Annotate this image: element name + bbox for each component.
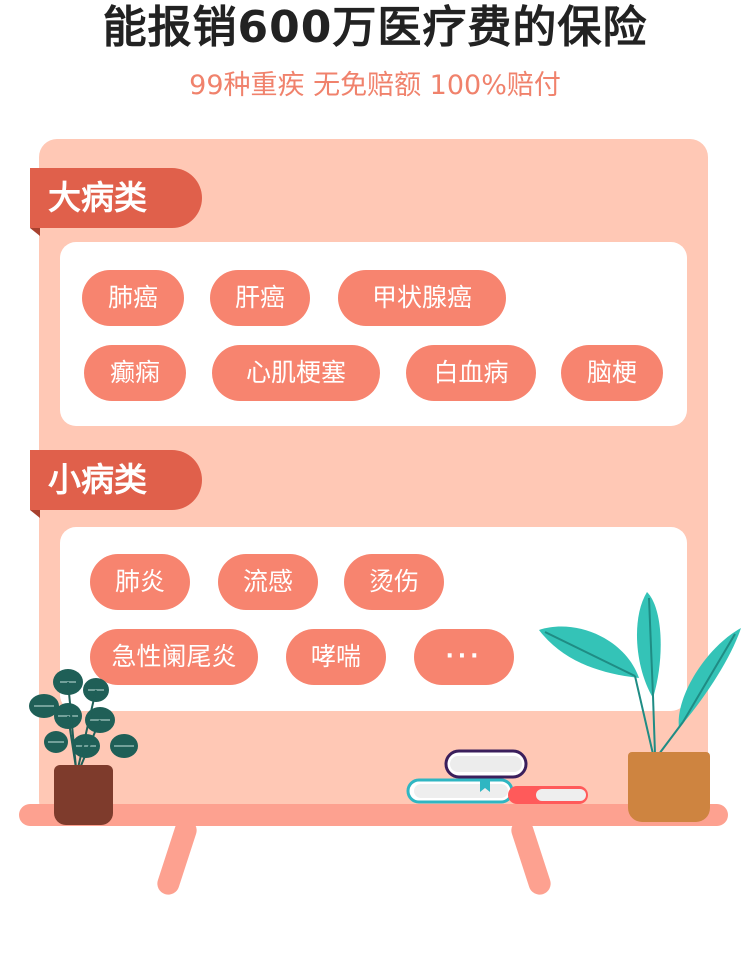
left-pot (54, 765, 113, 825)
tag-cerebral-infarction[interactable]: 脑梗 (561, 345, 663, 401)
tag-asthma[interactable]: 哮喘 (286, 629, 386, 685)
potted-palm-icon (539, 592, 741, 755)
potted-plant-icon (29, 669, 138, 769)
tag-lung-cancer[interactable]: 肺癌 (82, 270, 184, 326)
tabletop (19, 804, 728, 826)
tag-myocardial-infarction[interactable]: 心肌梗塞 (212, 345, 380, 401)
section-minor-illness-ribbon: 小病类 (30, 450, 202, 510)
tag-thyroid-cancer[interactable]: 甲状腺癌 (338, 270, 506, 326)
section-major-illness-ribbon: 大病类 (30, 168, 202, 228)
tag-influenza[interactable]: 流感 (218, 554, 318, 610)
page-subtitle: 99种重疾 无免赔额 100%赔付 (189, 70, 561, 101)
tag-burn[interactable]: 烫伤 (344, 554, 444, 610)
major-illness-card: 肺癌 肝癌 甲状腺癌 癫痫 心肌梗塞 白血病 脑梗 (60, 242, 687, 426)
table-leg-right (508, 816, 554, 898)
ribbon-fold (30, 510, 40, 518)
tag-more[interactable]: ··· (414, 629, 514, 685)
table-leg-left (154, 816, 200, 898)
tag-epilepsy[interactable]: 癫痫 (84, 345, 186, 401)
page-title: 能报销600万医疗费的保险 (102, 2, 648, 53)
tag-leukemia[interactable]: 白血病 (406, 345, 536, 401)
tag-pneumonia[interactable]: 肺炎 (90, 554, 190, 610)
tag-liver-cancer[interactable]: 肝癌 (210, 270, 310, 326)
right-pot (628, 752, 710, 822)
ribbon-fold (30, 228, 40, 236)
